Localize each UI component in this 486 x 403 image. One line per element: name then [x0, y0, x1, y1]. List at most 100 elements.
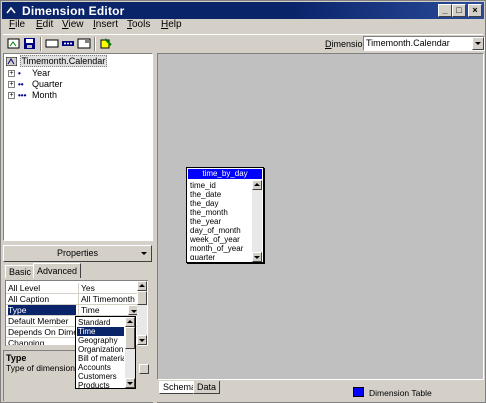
- new-level-icon[interactable]: [45, 37, 59, 50]
- scroll-down-icon[interactable]: [137, 335, 147, 345]
- property-name: Depends On Dimension: [8, 327, 76, 337]
- toolbar-separator: [40, 37, 42, 51]
- table-scrollbar[interactable]: [252, 180, 262, 262]
- chevron-down-icon: [141, 252, 147, 255]
- menu-bar: File Edit View Insert Tools Help: [3, 19, 483, 33]
- dimension-editor-window: Dimension Editor _ □ × File Edit View In…: [0, 0, 486, 403]
- type-option[interactable]: Products: [77, 381, 124, 390]
- table-column[interactable]: the_day: [190, 199, 218, 208]
- level-icon: •: [18, 69, 21, 79]
- table-column[interactable]: time_id: [190, 181, 216, 190]
- property-grid-scrollbar[interactable]: [137, 281, 147, 345]
- scroll-up-icon[interactable]: [125, 317, 135, 327]
- tree-item-month[interactable]: + ••• Month: [8, 90, 57, 100]
- scroll-button[interactable]: [139, 364, 149, 374]
- minimize-button[interactable]: _: [438, 4, 452, 17]
- menu-view[interactable]: View: [62, 19, 84, 30]
- scroll-down-icon[interactable]: [252, 252, 262, 262]
- property-value[interactable]: Yes: [78, 283, 138, 293]
- description-text: Type of dimension.: [6, 363, 78, 373]
- scroll-thumb[interactable]: [137, 291, 147, 305]
- tree-root[interactable]: Timemonth.Calendar: [5, 55, 108, 67]
- type-dropdown[interactable]: Time: [78, 305, 138, 315]
- tree-item-quarter[interactable]: + •• Quarter: [8, 79, 63, 89]
- dimension-combobox[interactable]: Timemonth.Calendar: [363, 36, 485, 51]
- schema-canvas[interactable]: time_by_day time_id the_date the_day the…: [157, 53, 484, 380]
- new-level-dotted-icon[interactable]: [61, 37, 75, 50]
- property-name: Default Member: [8, 316, 69, 326]
- properties-button[interactable]: Properties: [3, 245, 152, 262]
- dimension-tree[interactable]: Timemonth.Calendar + • Year + •• Quarter + ••…: [3, 53, 153, 241]
- dimension-combobox-value: Timemonth.Calendar: [366, 38, 450, 48]
- expand-icon[interactable]: +: [8, 92, 15, 100]
- legend-label: Dimension Table: [369, 388, 432, 398]
- chevron-down-icon[interactable]: [472, 37, 484, 50]
- expand-icon[interactable]: +: [8, 70, 15, 78]
- tree-root-label: Timemonth.Calendar: [19, 55, 108, 67]
- tree-item-label: Year: [32, 68, 51, 78]
- tab-basic[interactable]: Basic: [5, 265, 36, 278]
- dimension-icon: [5, 56, 18, 67]
- table-title: time_by_day: [188, 169, 262, 179]
- process-icon[interactable]: [99, 37, 113, 50]
- bottom-bar: Schema Data Dimension Table: [158, 380, 485, 402]
- properties-icon[interactable]: [77, 37, 91, 50]
- scroll-up-icon[interactable]: [252, 180, 262, 190]
- scroll-up-icon[interactable]: [137, 281, 147, 291]
- property-name: All Caption: [8, 294, 50, 304]
- tab-data[interactable]: Data: [193, 381, 221, 394]
- type-option[interactable]: Standard: [77, 318, 124, 327]
- table-column[interactable]: month_of_year: [190, 244, 243, 253]
- table-column[interactable]: the_year: [190, 217, 221, 226]
- scroll-thumb[interactable]: [125, 327, 135, 349]
- maximize-button[interactable]: □: [452, 4, 466, 17]
- tree-item-label: Quarter: [32, 79, 63, 89]
- description-scrollbar[interactable]: [139, 350, 149, 401]
- menu-file[interactable]: File: [9, 19, 25, 30]
- tree-item-year[interactable]: + • Year: [8, 68, 50, 78]
- save-icon[interactable]: [23, 37, 37, 50]
- menu-tools[interactable]: Tools: [127, 19, 150, 30]
- type-list-scrollbar[interactable]: [125, 317, 135, 388]
- type-option-selected[interactable]: Time: [77, 327, 124, 336]
- type-option[interactable]: Geography: [77, 336, 124, 345]
- property-row-selected[interactable]: Type Time: [6, 305, 138, 316]
- tree-item-label: Month: [32, 90, 58, 100]
- table-column[interactable]: the_date: [190, 190, 221, 199]
- new-dimension-icon[interactable]: [7, 37, 21, 50]
- type-option[interactable]: Bill of material: [77, 354, 124, 363]
- tab-advanced[interactable]: Advanced: [33, 263, 82, 278]
- description-title: Type: [6, 353, 27, 363]
- menu-edit[interactable]: Edit: [36, 19, 53, 30]
- toolbar-separator: [94, 37, 96, 51]
- table-column[interactable]: week_of_year: [190, 235, 240, 244]
- table-column[interactable]: quarter: [190, 253, 215, 260]
- type-option[interactable]: Accounts: [77, 363, 124, 372]
- properties-button-label: Properties: [56, 248, 99, 258]
- property-row[interactable]: All Caption All Timemonth: [6, 294, 138, 305]
- level-icon: ••: [18, 80, 24, 90]
- property-value[interactable]: All Timemonth: [78, 294, 138, 304]
- property-name: Changing: [8, 338, 45, 346]
- dimension-table[interactable]: time_by_day time_id the_date the_day the…: [186, 167, 264, 263]
- window-title: Dimension Editor: [22, 4, 125, 18]
- level-icon: •••: [18, 91, 27, 101]
- scroll-down-icon[interactable]: [125, 378, 135, 388]
- close-button[interactable]: ×: [468, 4, 482, 17]
- expand-icon[interactable]: +: [8, 81, 15, 89]
- legend-swatch: [353, 387, 364, 397]
- title-bar[interactable]: Dimension Editor _ □ ×: [2, 2, 484, 19]
- menu-help[interactable]: Help: [161, 19, 182, 30]
- table-column[interactable]: the_month: [190, 208, 228, 217]
- app-icon: [5, 5, 17, 16]
- type-dropdown-value: Time: [81, 305, 100, 315]
- type-option[interactable]: Organization: [77, 345, 124, 354]
- property-name: All Level: [8, 283, 41, 293]
- type-option[interactable]: Customers: [77, 372, 124, 381]
- table-column[interactable]: day_of_month: [190, 226, 241, 235]
- property-name: Type: [8, 305, 76, 315]
- type-options-list[interactable]: Standard Time Geography Organization Bil…: [75, 316, 136, 390]
- property-row[interactable]: All Level Yes: [6, 283, 138, 294]
- menu-insert[interactable]: Insert: [93, 19, 118, 30]
- toolbar: Dimension: Timemonth.Calendar: [3, 34, 485, 52]
